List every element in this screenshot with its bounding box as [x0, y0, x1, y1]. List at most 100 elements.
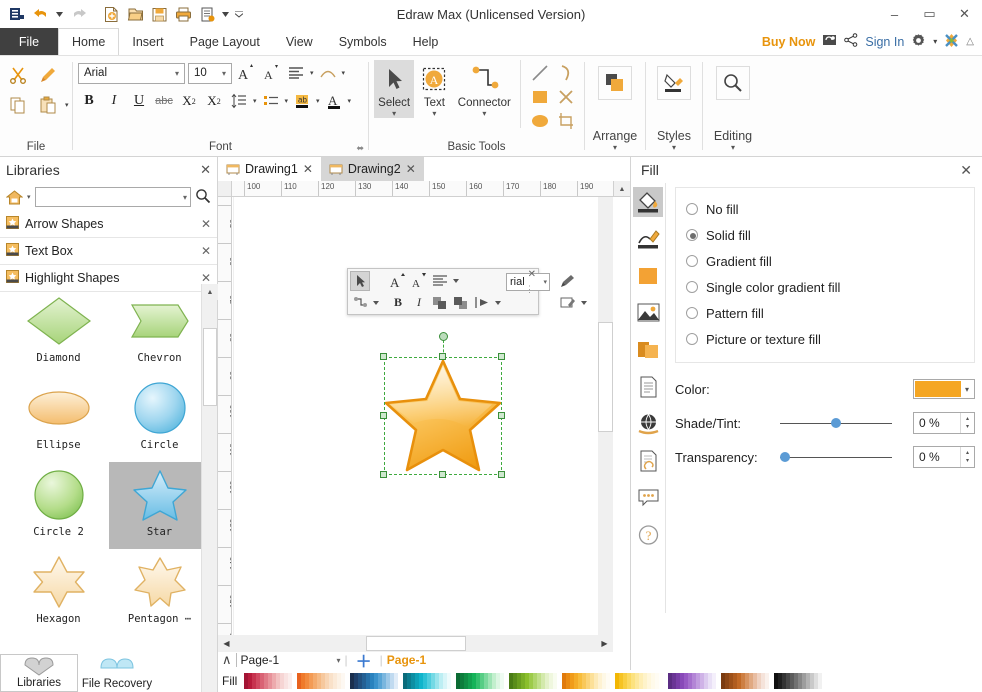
font-color-button[interactable]: A — [323, 90, 345, 112]
print-button[interactable] — [172, 3, 194, 25]
close-button[interactable]: ✕ — [947, 0, 982, 28]
document-icon[interactable] — [633, 372, 663, 402]
select-tool[interactable]: Select ▾ — [374, 60, 414, 118]
styles-icon[interactable] — [657, 66, 691, 100]
export-button[interactable] — [196, 3, 218, 25]
connector-tool-dropdown-icon[interactable]: ▾ — [482, 109, 486, 118]
subscript-button[interactable]: X2 — [178, 90, 200, 112]
close-icon[interactable]: ✕ — [201, 271, 211, 285]
color-swatch[interactable] — [818, 673, 822, 689]
styles-dropdown-icon[interactable]: ▾ — [672, 143, 676, 152]
transparency-spinner[interactable]: 0 % ▴ ▾ — [913, 446, 975, 468]
radio-button[interactable] — [686, 255, 698, 267]
bullet-list-dropdown-icon[interactable]: ▾ — [285, 97, 289, 105]
open-file-button[interactable] — [124, 3, 146, 25]
layers-icon[interactable] — [633, 335, 663, 365]
spinner-down-icon[interactable]: ▾ — [966, 423, 969, 431]
shadow-icon[interactable] — [633, 261, 663, 291]
spinner-arrows[interactable]: ▴ ▾ — [960, 447, 974, 467]
close-icon[interactable]: ✕ — [406, 162, 416, 176]
ellipse-tool[interactable] — [527, 108, 553, 134]
library-category-text-box[interactable]: Text Box ✕ — [0, 238, 217, 265]
page-collapse-icon[interactable]: ∧ — [222, 652, 232, 668]
attachment-icon[interactable] — [633, 446, 663, 476]
tab-libraries[interactable]: Libraries — [0, 654, 78, 692]
collapse-ribbon-icon[interactable]: △ — [966, 36, 974, 47]
align-dropdown-icon[interactable]: ▾ — [310, 69, 314, 77]
shrink-font-button[interactable]: A — [409, 271, 429, 291]
floating-format-toolbar[interactable]: A A B I — [347, 268, 539, 315]
align-objects-dropdown-icon[interactable] — [493, 293, 502, 313]
underline-button[interactable]: U — [128, 90, 150, 112]
bullet-list-button[interactable] — [260, 90, 282, 112]
line-tool[interactable] — [527, 60, 553, 86]
resize-handle-ne[interactable] — [498, 353, 505, 360]
vertical-ruler[interactable]: 50 60 70 80 90 100 110 120 130 140 150 1… — [218, 197, 232, 652]
shape-item-diamond[interactable]: Diamond — [8, 288, 109, 375]
close-icon[interactable]: ✕ — [960, 162, 972, 179]
copy-button[interactable] — [5, 92, 31, 118]
fill-option-solid-fill[interactable]: Solid fill — [686, 222, 964, 248]
resize-handle-nw[interactable] — [380, 353, 387, 360]
connector-tool[interactable] — [350, 293, 370, 313]
cut-button[interactable] — [5, 62, 31, 88]
share-icon[interactable] — [844, 33, 858, 50]
fill-option-single-color-gradient-fill[interactable]: Single color gradient fill — [686, 274, 964, 300]
add-page-button[interactable]: ＋ — [352, 648, 376, 672]
superscript-button[interactable]: X2 — [203, 90, 225, 112]
line-spacing-button[interactable] — [228, 90, 250, 112]
shape-item-circle[interactable]: Circle — [109, 375, 210, 462]
close-icon[interactable]: ✕ — [303, 162, 313, 176]
ruler-collapse-icon[interactable]: ▲ — [613, 181, 630, 197]
resize-handle-s[interactable] — [439, 471, 446, 478]
close-icon[interactable]: ✕ — [201, 217, 211, 231]
transparency-slider[interactable] — [780, 449, 892, 465]
spinner-up-icon[interactable]: ▴ — [966, 449, 969, 457]
document-tab-drawing1[interactable]: Drawing1 ✕ — [218, 157, 321, 181]
shape-item-hexagon[interactable]: Hexagon — [8, 549, 109, 636]
bold-button[interactable]: B — [78, 90, 100, 112]
buy-now-link[interactable]: Buy Now — [762, 35, 815, 49]
radio-button[interactable] — [686, 203, 698, 215]
search-input-box[interactable]: ▾ — [35, 187, 191, 207]
paste-button[interactable] — [35, 92, 61, 118]
shade-tint-slider[interactable] — [780, 415, 892, 431]
resize-handle-sw[interactable] — [380, 471, 387, 478]
cloud-icon[interactable] — [822, 33, 837, 50]
tab-file-recovery[interactable]: File Recovery — [78, 656, 156, 692]
format-painter-button[interactable] — [558, 271, 578, 291]
scroll-up-icon[interactable]: ▲ — [202, 284, 218, 300]
resize-handle-n[interactable] — [439, 353, 446, 360]
arrange-icon[interactable] — [598, 66, 632, 100]
chevron-down-icon[interactable]: ▾ — [543, 278, 549, 286]
arc-tool[interactable] — [553, 60, 579, 86]
home-dropdown-icon[interactable]: ▾ — [27, 193, 31, 201]
rotation-handle[interactable] — [439, 332, 448, 341]
menu-item-view[interactable]: View — [273, 28, 326, 55]
editing-dropdown-icon[interactable]: ▾ — [731, 143, 735, 152]
new-file-button[interactable] — [100, 3, 122, 25]
minimize-button[interactable]: – — [877, 0, 912, 28]
fill-option-pattern-fill[interactable]: Pattern fill — [686, 300, 964, 326]
document-tab-drawing2[interactable]: Drawing2 ✕ — [321, 157, 424, 181]
rectangle-tool[interactable] — [527, 84, 553, 110]
search-icon[interactable] — [195, 188, 211, 207]
shape-item-circle-2[interactable]: Circle 2 — [8, 462, 109, 549]
more-options-icon[interactable]: ⋮ — [525, 287, 534, 292]
line-icon[interactable] — [633, 224, 663, 254]
horizontal-ruler[interactable]: 100 110 120 130 140 150 160 170 180 190 … — [218, 181, 630, 197]
globe-icon[interactable] — [633, 409, 663, 439]
text-tool[interactable]: A Text ▾ — [414, 60, 454, 118]
menu-item-home[interactable]: Home — [58, 28, 119, 55]
menu-item-insert[interactable]: Insert — [119, 28, 176, 55]
align-button[interactable] — [430, 271, 450, 291]
close-icon[interactable]: ✕ — [528, 269, 536, 280]
search-icon[interactable] — [716, 66, 750, 100]
text-highlight-dropdown-icon[interactable]: ▾ — [316, 97, 320, 105]
shape-style-button[interactable] — [558, 293, 578, 313]
font-family-combo[interactable]: Arial ▾ — [78, 63, 185, 84]
menu-item-symbols[interactable]: Symbols — [326, 28, 400, 55]
arrange-dropdown-icon[interactable]: ▾ — [613, 143, 617, 152]
pointer-tool[interactable] — [350, 271, 370, 291]
chevron-down-icon[interactable]: ▾ — [337, 656, 341, 665]
